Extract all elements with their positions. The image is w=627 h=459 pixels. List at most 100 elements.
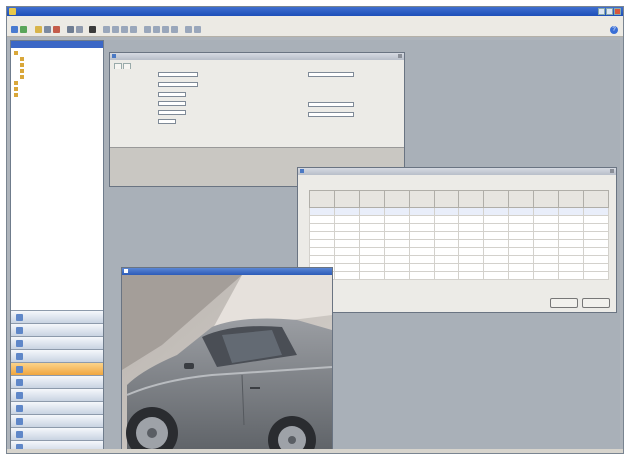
table-cell [558, 271, 584, 280]
nav-button[interactable] [11, 388, 103, 401]
column-header[interactable] [358, 190, 385, 208]
forward-icon[interactable] [20, 26, 27, 33]
table-cell [483, 271, 510, 280]
toolbar-icon[interactable] [171, 26, 178, 33]
table-cell [582, 263, 610, 272]
toolbar-icon[interactable] [112, 26, 119, 33]
table-row[interactable] [309, 255, 610, 264]
nav-icon [16, 378, 23, 386]
column-header[interactable] [458, 190, 485, 208]
toolbar-icon[interactable] [153, 26, 160, 33]
table-cell [433, 239, 460, 248]
column-header[interactable] [483, 190, 510, 208]
text-field[interactable] [158, 71, 198, 77]
cancel-button[interactable] [550, 298, 578, 308]
back-icon[interactable] [11, 26, 18, 33]
column-header[interactable] [582, 190, 610, 208]
maximize-button[interactable] [606, 8, 613, 15]
column-header[interactable] [333, 190, 360, 208]
window-titlebar[interactable] [122, 268, 332, 275]
table-cell [458, 239, 485, 248]
table-cell [508, 271, 535, 280]
search-icon[interactable] [76, 26, 83, 33]
dropdown-field[interactable] [158, 109, 186, 115]
toolbar-icon[interactable] [162, 26, 169, 33]
save-icon[interactable] [44, 26, 51, 33]
nav-button[interactable] [11, 310, 103, 323]
table-cell [358, 263, 385, 272]
table-row[interactable] [309, 271, 610, 280]
table-cell [558, 231, 584, 240]
column-header[interactable] [558, 190, 584, 208]
nav-button[interactable] [11, 427, 103, 440]
column-header[interactable] [383, 190, 410, 208]
text-field[interactable] [158, 81, 198, 87]
table-body [309, 207, 610, 280]
table-cell [533, 223, 560, 232]
text-field[interactable] [308, 101, 354, 107]
nav-icon [16, 417, 23, 425]
column-header[interactable] [533, 190, 560, 208]
table-cell [383, 223, 410, 232]
nav-button[interactable] [11, 375, 103, 388]
nav-button[interactable] [11, 349, 103, 362]
nav-button[interactable] [11, 336, 103, 349]
table-row[interactable] [309, 215, 610, 224]
text-field[interactable] [308, 111, 354, 117]
table-cell [483, 207, 510, 216]
table-cell [433, 223, 460, 232]
table-row[interactable] [309, 239, 610, 248]
tab-general[interactable] [114, 63, 122, 69]
toolbar-icon[interactable] [144, 26, 151, 33]
table-cell [558, 255, 584, 264]
close-button[interactable] [614, 8, 621, 15]
delete-icon[interactable] [53, 26, 60, 33]
close-icon[interactable] [610, 169, 614, 173]
navigation-pane-header [11, 41, 103, 48]
table-row[interactable] [309, 263, 610, 272]
select-button[interactable] [582, 298, 610, 308]
toolbar-icon[interactable] [185, 26, 192, 33]
print-icon[interactable] [67, 26, 74, 33]
table-row[interactable] [309, 207, 610, 216]
nav-button[interactable] [11, 414, 103, 427]
table-cell [458, 255, 485, 264]
table-cell [358, 215, 385, 224]
dropdown-field[interactable] [308, 71, 354, 77]
tab-details[interactable] [123, 63, 131, 69]
table-cell [309, 239, 335, 248]
toolbar-icon[interactable] [194, 26, 201, 33]
column-header[interactable] [433, 190, 460, 208]
close-icon[interactable] [398, 54, 402, 58]
table-cell [508, 239, 535, 248]
toolbar-icon[interactable] [130, 26, 137, 33]
nav-button[interactable] [11, 401, 103, 414]
table-cell [309, 215, 335, 224]
table-cell [582, 239, 610, 248]
table-cell [558, 239, 584, 248]
text-field[interactable] [158, 118, 176, 124]
column-header[interactable] [408, 190, 435, 208]
tree-node[interactable] [14, 92, 100, 98]
folder-icon [20, 75, 24, 79]
help-icon[interactable]: ? [610, 26, 618, 34]
table-row[interactable] [309, 231, 610, 240]
toolbar-icon[interactable] [103, 26, 110, 33]
toolbar-icon[interactable] [121, 26, 128, 33]
dropdown-field[interactable] [158, 91, 186, 97]
results-table [309, 190, 610, 280]
window-titlebar[interactable] [298, 168, 616, 175]
table-cell [558, 207, 584, 216]
column-header[interactable] [508, 190, 535, 208]
minimize-button[interactable] [598, 8, 605, 15]
nav-icon [16, 326, 23, 334]
nav-button-active[interactable] [11, 362, 103, 375]
column-header[interactable] [309, 190, 335, 208]
window-titlebar[interactable] [110, 53, 404, 60]
dropdown-field[interactable] [158, 100, 186, 106]
nav-button[interactable] [11, 323, 103, 336]
folder-icon[interactable] [35, 26, 42, 33]
table-row[interactable] [309, 247, 610, 256]
stop-icon[interactable] [89, 26, 96, 33]
table-row[interactable] [309, 223, 610, 232]
